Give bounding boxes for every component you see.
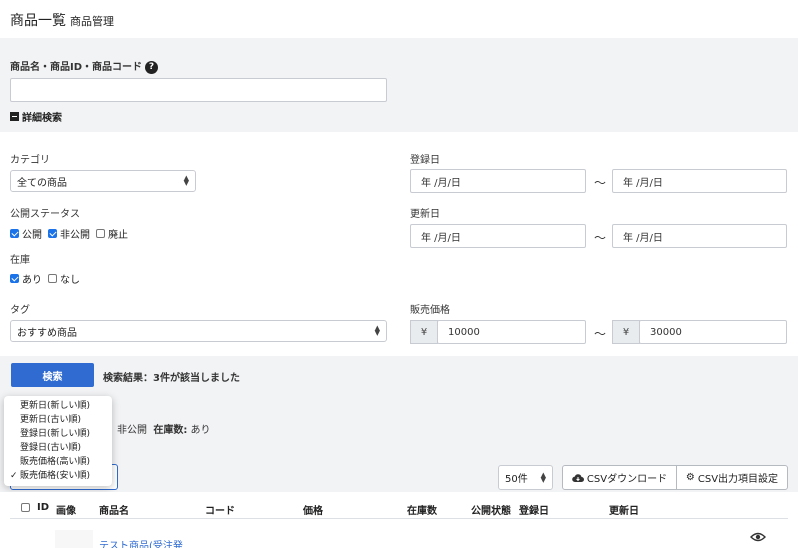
title-bar (0, 0, 798, 38)
collapse-icon (10, 112, 19, 121)
price-to-input[interactable]: 30000 (639, 320, 787, 344)
price-label: 販売価格 (410, 305, 450, 316)
checkbox-checked-icon (10, 274, 19, 283)
detail-search-label: 詳細検索 (22, 113, 62, 124)
search-button[interactable]: 検索 (11, 363, 94, 387)
column-header-price[interactable]: 価格 (303, 502, 323, 517)
applied-stock-value: あり (190, 425, 211, 436)
header-divider (10, 518, 788, 519)
applied-filters: 非公開 在庫数: あり (117, 421, 211, 436)
checkbox-checked-icon (10, 229, 19, 238)
created-from-input[interactable]: 年 /月/日 (410, 169, 586, 193)
gear-icon: ⚙ (685, 472, 695, 483)
sort-option[interactable]: 登録日(新しい順) (4, 427, 112, 441)
checkbox-label: 非公開 (60, 230, 90, 241)
sort-option[interactable]: 更新日(古い順) (4, 413, 112, 427)
product-thumbnail[interactable] (55, 530, 93, 548)
csv-settings-button[interactable]: ⚙ CSV出力項目設定 (676, 465, 788, 490)
tag-select[interactable]: おすすめ商品 ▲ ▼ (10, 320, 387, 342)
select-arrows-icon: ▲ ▼ (374, 324, 380, 337)
select-arrows-icon: ▲ ▼ (183, 174, 189, 187)
updated-from-input[interactable]: 年 /月/日 (410, 224, 586, 248)
column-header-status[interactable]: 公開状態 (471, 502, 511, 517)
tag-value: おすすめ商品 (17, 327, 77, 339)
cloud-download-icon (572, 473, 584, 482)
range-separator: ～ (594, 176, 607, 190)
stock-yes-checkbox[interactable]: あり (10, 271, 42, 286)
select-arrows-icon: ▲ ▼ (540, 470, 546, 484)
category-label: カテゴリ (10, 155, 50, 166)
csv-settings-label: CSV出力項目設定 (697, 474, 779, 485)
page-title-text: 商品一覧 (10, 13, 66, 29)
column-header-id[interactable]: ID (37, 502, 49, 513)
keyword-label-text: 商品名・商品ID・商品コード (10, 62, 143, 73)
sort-option-label: 登録日(新しい順) (20, 429, 91, 439)
checkbox-unchecked-icon (48, 274, 57, 283)
stock-options: あり なし (10, 271, 86, 286)
eye-icon[interactable] (750, 532, 766, 542)
checkbox-label: 廃止 (108, 230, 128, 241)
status-private-checkbox[interactable]: 非公開 (48, 226, 90, 241)
yen-icon: ¥ (410, 320, 438, 344)
checkbox-checked-icon (48, 229, 57, 238)
yen-icon: ¥ (612, 320, 640, 344)
status-label: 公開ステータス (10, 209, 80, 220)
product-name-link[interactable]: テスト商品(受注発 (99, 537, 183, 548)
result-text: 検索結果：3件が該当しました (103, 373, 240, 384)
check-icon: ✓ (10, 471, 18, 481)
page-title: 商品一覧 商品管理 (10, 10, 114, 30)
category-select[interactable]: 全ての商品 ▲ ▼ (10, 170, 196, 192)
column-header-stock[interactable]: 在庫数 (407, 502, 437, 517)
per-page-value: 50件 (505, 474, 528, 485)
checkbox-label: なし (60, 275, 80, 286)
page-subtitle: 商品管理 (70, 15, 114, 28)
keyword-input[interactable] (10, 78, 387, 102)
column-header-image: 画像 (56, 506, 76, 517)
checkbox-unchecked-icon (96, 229, 105, 238)
range-separator: ～ (594, 327, 607, 341)
updated-to-input[interactable]: 年 /月/日 (612, 224, 787, 248)
category-value: 全ての商品 (17, 177, 67, 189)
price-from-input[interactable]: 10000 (437, 320, 586, 344)
per-page-select[interactable]: 50件 ▲ ▼ (498, 465, 553, 490)
sort-option-label: 販売価格(高い順) (20, 457, 91, 467)
tag-label: タグ (10, 305, 30, 316)
help-icon[interactable]: ? (145, 60, 159, 74)
column-header-code[interactable]: コード (205, 502, 235, 517)
range-separator: ～ (594, 231, 607, 245)
status-options: 公開 非公開 廃止 (10, 226, 134, 241)
stock-no-checkbox[interactable]: なし (48, 271, 80, 286)
created-date-label: 登録日 (410, 155, 440, 166)
applied-stock-label: 在庫数: (153, 425, 188, 436)
sort-option-selected[interactable]: ✓ 販売価格(安い順) (4, 469, 112, 483)
column-header-name[interactable]: 商品名 (99, 502, 129, 517)
csv-download-button[interactable]: CSVダウンロード (562, 465, 677, 490)
column-header-created[interactable]: 登録日 (519, 502, 549, 517)
sort-option-label: 更新日(新しい順) (20, 401, 91, 411)
sort-dropdown: 更新日(新しい順) 更新日(古い順) 登録日(新しい順) 登録日(古い順) 販売… (4, 396, 112, 486)
column-header-updated[interactable]: 更新日 (609, 502, 639, 517)
sort-option-label: 登録日(古い順) (20, 443, 82, 453)
status-discontinued-checkbox[interactable]: 廃止 (96, 226, 128, 241)
sort-option[interactable]: 登録日(古い順) (4, 441, 112, 455)
checkbox-label: 公開 (22, 230, 42, 241)
stock-label: 在庫 (10, 255, 30, 266)
updated-date-label: 更新日 (410, 209, 440, 220)
select-all-checkbox[interactable] (21, 503, 30, 512)
sort-option-label: 販売価格(安い順) (20, 471, 91, 481)
status-public-checkbox[interactable]: 公開 (10, 226, 42, 241)
checkbox-label: あり (22, 275, 42, 286)
keyword-label: 商品名・商品ID・商品コード? (10, 58, 159, 74)
sort-option[interactable]: 更新日(新しい順) (4, 399, 112, 413)
applied-status: 非公開 (117, 425, 147, 436)
created-to-input[interactable]: 年 /月/日 (612, 169, 787, 193)
sort-option[interactable]: 販売価格(高い順) (4, 455, 112, 469)
sort-option-label: 更新日(古い順) (20, 415, 82, 425)
detail-search-toggle[interactable]: 詳細検索 (10, 109, 62, 124)
csv-download-label: CSVダウンロード (586, 474, 668, 485)
